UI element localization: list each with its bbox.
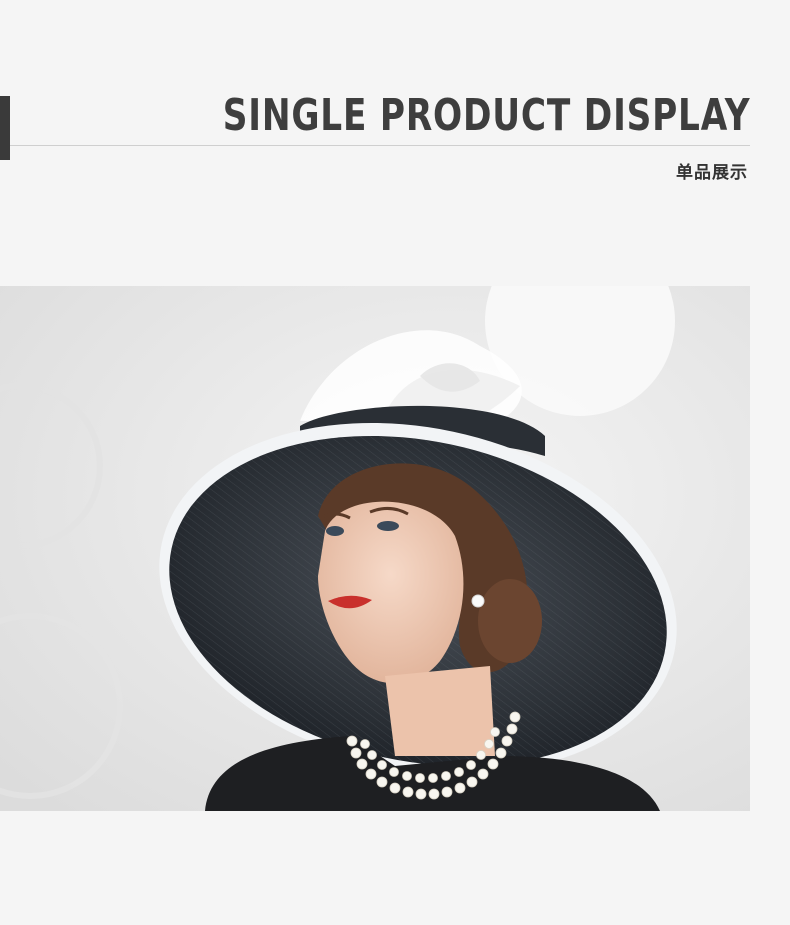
accent-bar	[0, 96, 10, 160]
section-subtitle: 单品展示	[676, 163, 748, 183]
model-hat-illustration	[0, 286, 750, 811]
product-photo	[0, 286, 750, 811]
section-title: SINGLE PRODUCT DISPLAY	[222, 90, 750, 141]
title-divider	[10, 145, 750, 146]
